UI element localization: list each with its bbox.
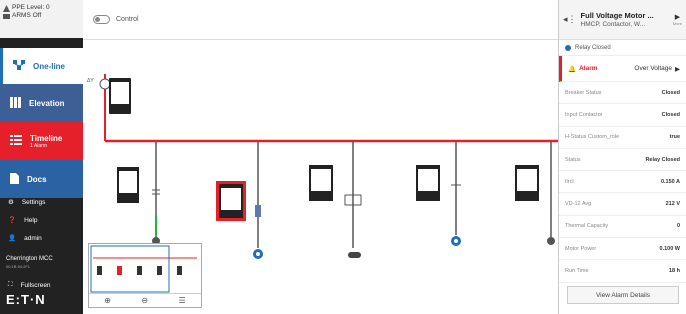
panel-header: ◂⋮ Full Voltage Motor ... HMCP, Contacto… <box>559 0 686 40</box>
alarm-label-group: 🔔 Alarm <box>568 65 598 73</box>
nav-docs-label: Docs <box>27 174 47 184</box>
fullscreen-label: Fullscreen <box>20 281 51 289</box>
device-subtitle: HMCP, Contactor, W... <box>580 20 646 28</box>
gear-icon: ⚙ <box>8 199 14 206</box>
feeder-3[interactable] <box>309 141 362 258</box>
status-dot-icon <box>565 44 571 51</box>
properties-list: Breaker Status Closed Input Contactor Clos… <box>559 82 686 283</box>
menu-icon[interactable]: ☰ <box>179 296 186 305</box>
more-link[interactable]: More <box>673 21 682 26</box>
nav-elevation-label: Elevation <box>29 98 65 108</box>
help-icon: ❓ <box>8 217 17 224</box>
device-title: Full Voltage Motor ... <box>580 10 654 20</box>
feeder-4[interactable] <box>416 141 461 246</box>
alarm-value: Over Voltage <box>634 65 672 72</box>
property-key: Input Contactor <box>565 111 603 118</box>
arms-status: ARMS Off <box>12 12 42 19</box>
alarm-label: Alarm <box>579 65 598 72</box>
site-name: Cherrington MCC <box>6 256 53 262</box>
elevation-icon <box>10 96 21 110</box>
relay-status-row: Relay Closed <box>559 40 686 56</box>
property-value: Closed <box>661 89 680 96</box>
collapse-panel-icon[interactable]: ◂⋮ <box>563 14 577 25</box>
user-icon: 👤 <box>8 235 17 242</box>
ppe-level: PPE Level: 0 <box>12 4 50 11</box>
property-value: 0.100 W <box>659 245 680 252</box>
property-key: Thermal Capacity <box>565 223 609 230</box>
feeder-2-alarm[interactable] <box>216 141 263 259</box>
property-key: VD-12 Avg <box>565 201 592 208</box>
property-row: H-Status Custom_role true <box>559 127 686 149</box>
control-label: Control <box>116 16 139 23</box>
view-alarm-details-button[interactable]: View Alarm Details <box>567 286 679 304</box>
admin-label: admin <box>24 234 42 242</box>
nav-timeline-label: Timeline 1 Alarm <box>30 134 62 149</box>
property-row: Run Time 18 h <box>559 260 686 283</box>
property-value: 18 h <box>668 268 680 275</box>
minimap-preview <box>90 245 197 293</box>
property-value: true <box>669 134 680 141</box>
feeder-1[interactable] <box>117 141 160 245</box>
oneline-icon <box>13 60 25 72</box>
top-bar: Control <box>83 0 558 40</box>
ppe-status[interactable]: PPE Level: 0 ARMS Off <box>0 0 83 38</box>
eaton-logo: E:T·N <box>6 292 46 307</box>
site-id: 00:1B:54:2F1 <box>6 264 31 269</box>
docs-icon <box>10 172 19 186</box>
feeder-5[interactable] <box>515 141 555 245</box>
property-row: Status Relay Closed <box>559 149 686 172</box>
property-key: H-Status Custom_role <box>565 134 620 141</box>
source-label: ΔY <box>87 78 94 84</box>
property-key: Status <box>565 156 581 163</box>
minimap-toolbar: ⊕ ⊖ ☰ <box>89 293 201 307</box>
property-value: 0 <box>676 223 680 230</box>
property-row: Input Contactor Closed <box>559 104 686 127</box>
arms-icon <box>3 13 10 20</box>
property-key: Motor Power <box>565 245 597 252</box>
nav-admin[interactable]: 👤 admin <box>0 229 83 247</box>
relay-status: Relay Closed <box>575 44 611 51</box>
nav-oneline-label: One-line <box>33 61 66 71</box>
property-key: Ilrcl <box>565 178 574 185</box>
property-value: Relay Closed <box>645 156 680 163</box>
alarm-row[interactable]: 🔔 Alarm Over Voltage ▶ <box>559 56 686 82</box>
property-value: Closed <box>661 111 680 118</box>
main-meter[interactable] <box>109 78 131 114</box>
property-value: 0.150 A <box>660 178 680 185</box>
alarm-value-group: Over Voltage ▶ <box>634 65 680 73</box>
property-key: Breaker Status <box>565 89 602 96</box>
property-row: Motor Power 0.100 W <box>559 238 686 261</box>
property-row: Breaker Status Closed <box>559 82 686 105</box>
nav-help[interactable]: ❓ Help <box>0 211 83 229</box>
property-value: 212 V <box>665 201 680 208</box>
sidebar: PPE Level: 0 ARMS Off One-line Elevation… <box>0 0 83 314</box>
property-key: Run Time <box>565 268 589 275</box>
timeline-icon <box>10 135 22 147</box>
timeline-text: Timeline <box>30 133 63 143</box>
warning-icon <box>3 4 10 12</box>
site-info: Cherrington MCC 00:1B:54:2F1 <box>6 256 53 270</box>
nav-settings[interactable]: ⚙ Settings <box>0 193 83 211</box>
zoom-in-icon[interactable]: ⊕ <box>104 296 111 305</box>
property-row: Thermal Capacity 0 <box>559 216 686 239</box>
expand-arrow-icon[interactable]: ▶ <box>675 13 680 21</box>
zoom-out-icon[interactable]: ⊖ <box>141 296 148 305</box>
nav-oneline[interactable]: One-line <box>0 48 83 84</box>
nav-elevation[interactable]: Elevation <box>0 84 83 122</box>
source-symbol[interactable] <box>99 78 111 90</box>
timeline-alarm-count: 1 Alarm <box>30 142 47 149</box>
settings-label: Settings <box>21 198 46 206</box>
details-panel: ◂⋮ Full Voltage Motor ... HMCP, Contacto… <box>558 0 686 314</box>
nav-timeline[interactable]: Timeline 1 Alarm <box>0 122 83 160</box>
property-row: Ilrcl 0.150 A <box>559 171 686 194</box>
control-toggle[interactable] <box>93 15 110 24</box>
minimap[interactable]: ⊕ ⊖ ☰ <box>88 243 202 308</box>
property-row: VD-12 Avg 212 V <box>559 193 686 216</box>
chevron-right-icon: ▶ <box>675 65 680 73</box>
help-label: Help <box>24 216 38 224</box>
fullscreen-icon: ⛶ <box>8 281 13 288</box>
bell-icon: 🔔 <box>568 65 577 73</box>
